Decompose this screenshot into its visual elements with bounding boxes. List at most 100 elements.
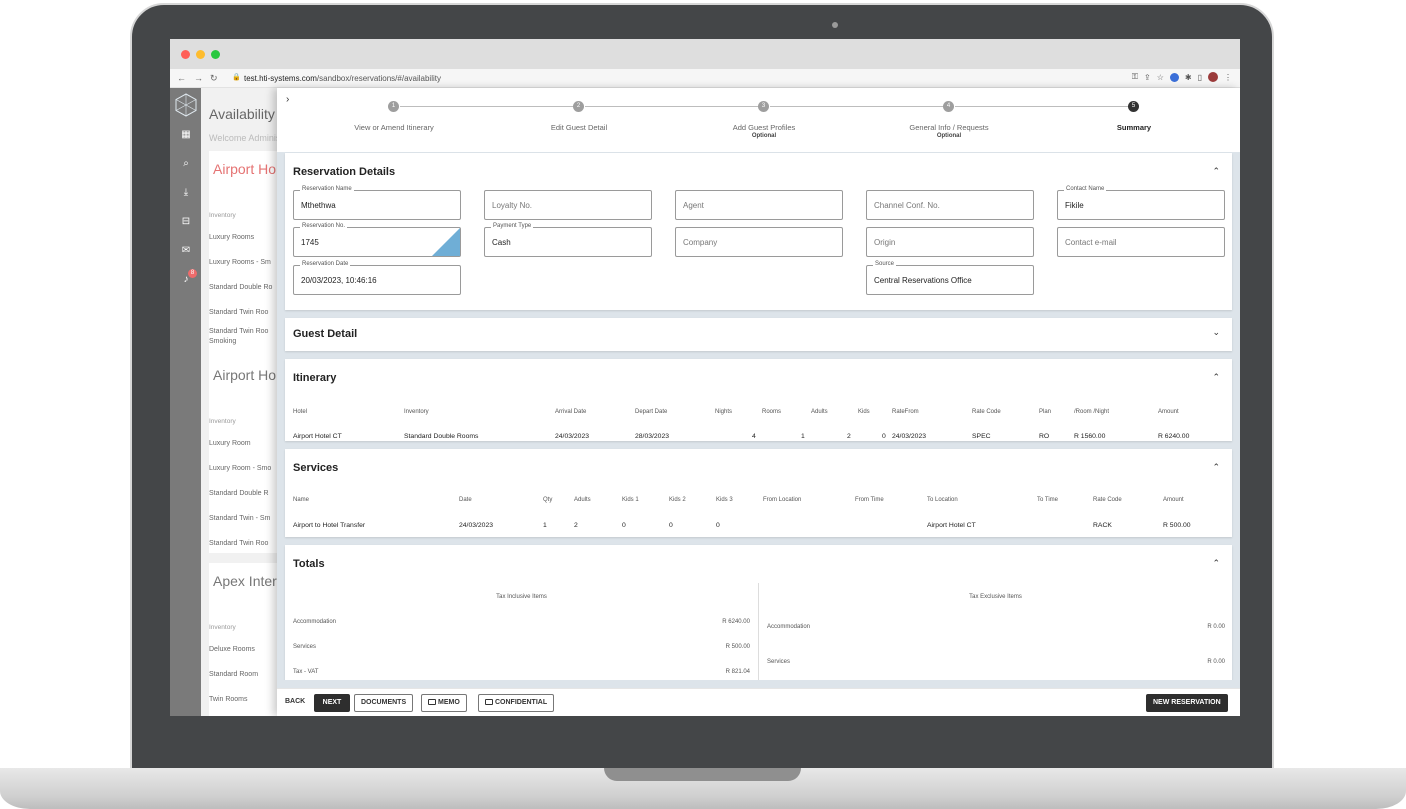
laptop-notch xyxy=(604,768,801,781)
chevron-up-icon[interactable]: ⌃ xyxy=(1212,372,1220,383)
step-4-label[interactable]: General Info / Requests xyxy=(869,123,1029,132)
puzzle-icon[interactable]: ✱ xyxy=(1185,73,1192,82)
sidepanel-icon[interactable]: ▯ xyxy=(1198,73,1202,82)
step-2-dot[interactable]: 2 xyxy=(573,101,584,112)
column-header: Rate Code xyxy=(1093,497,1122,503)
chevron-down-icon[interactable]: ⌄ xyxy=(1212,327,1220,338)
section-title: Reservation Details xyxy=(293,166,396,178)
url-path: /sandbox/reservations/#/availability xyxy=(316,74,441,83)
column-header: Inventory xyxy=(404,409,429,415)
calendar-icon[interactable]: ▦ xyxy=(180,129,192,141)
hotel-name[interactable]: Airport Ho xyxy=(213,161,276,177)
summary-scroll-area[interactable]: Reservation Details ⌃ Reservation Name M… xyxy=(277,152,1240,680)
table-cell: 0 xyxy=(716,522,720,529)
payment-type-field[interactable]: Payment Type Cash xyxy=(484,223,652,257)
chevron-right-icon[interactable]: › xyxy=(286,94,289,105)
profile-avatar[interactable] xyxy=(1208,72,1218,82)
close-window-icon[interactable] xyxy=(181,50,190,59)
back-button[interactable]: BACK xyxy=(279,694,311,712)
availability-panel: Availability Welcome Adminis Airport Ho … xyxy=(201,88,281,716)
step-4-optional: Optional xyxy=(936,133,962,139)
field-label: Source xyxy=(873,261,897,267)
app-logo-icon[interactable] xyxy=(174,93,198,117)
step-3-optional: Optional xyxy=(751,133,777,139)
company-field[interactable]: Company xyxy=(675,227,843,257)
forward-arrow-icon[interactable]: → xyxy=(194,73,203,83)
step-1-label[interactable]: View or Amend Itinerary xyxy=(314,123,474,132)
reservation-date-field[interactable]: Reservation Date 20/03/2023, 10:46:16 xyxy=(293,261,461,295)
memo-button[interactable]: MEMO xyxy=(421,694,467,712)
field-value: Mthethwa xyxy=(301,201,336,210)
hotel-name[interactable]: Apex Inter xyxy=(213,573,277,589)
column-header: Adults xyxy=(574,497,591,503)
step-connector xyxy=(400,106,579,107)
concierge-icon[interactable]: ⊟ xyxy=(180,216,192,228)
inventory-item: Standard Twin Roo xyxy=(209,309,269,316)
documents-button[interactable]: DOCUMENTS xyxy=(354,694,414,712)
step-3-label[interactable]: Add Guest Profiles xyxy=(684,123,844,132)
camera-dot xyxy=(832,22,838,28)
lock-icon[interactable]: 🔒 xyxy=(232,73,241,81)
column-header: Kids 2 xyxy=(669,497,686,503)
extension-icon[interactable] xyxy=(1169,72,1179,82)
step-4-dot[interactable]: 4 xyxy=(943,101,954,112)
chevron-up-icon[interactable]: ⌃ xyxy=(1212,166,1220,177)
menu-dots-icon[interactable]: ⋮ xyxy=(1224,73,1232,82)
step-1-dot[interactable]: 1 xyxy=(388,101,399,112)
field-value: Cash xyxy=(492,238,511,247)
step-5-label[interactable]: Summary xyxy=(1054,123,1214,132)
total-value: R 0.00 xyxy=(1207,659,1225,665)
back-arrow-icon[interactable]: ← xyxy=(177,73,186,83)
column-header: To Location xyxy=(927,497,958,503)
table-cell: 1 xyxy=(801,433,805,440)
reservation-name-field[interactable]: Reservation Name Mthethwa xyxy=(293,186,461,220)
reload-icon[interactable]: ↻ xyxy=(210,73,218,84)
chevron-up-icon[interactable]: ⌃ xyxy=(1212,462,1220,473)
guest-detail-section[interactable]: Guest Detail ⌄ xyxy=(285,318,1232,351)
channel-conf-field[interactable]: Channel Conf. No. xyxy=(866,190,1034,220)
inventory-item: Deluxe Rooms xyxy=(209,646,255,653)
source-field[interactable]: Source Central Reservations Office xyxy=(866,261,1034,295)
column-header: From Time xyxy=(855,497,884,503)
chevron-up-icon[interactable]: ⌃ xyxy=(1212,558,1220,569)
inclusive-title: Tax Inclusive Items xyxy=(496,594,547,600)
confidential-button[interactable]: CONFIDENTIAL xyxy=(478,694,555,712)
column-header: Amount xyxy=(1158,409,1179,415)
column-header: /Room /Night xyxy=(1074,409,1110,415)
new-reservation-button[interactable]: NEW RESERVATION xyxy=(1146,694,1228,712)
table-cell: 28/03/2023 xyxy=(635,433,670,440)
exclusive-title: Tax Exclusive Items xyxy=(969,594,1022,600)
total-label: Services xyxy=(767,659,791,665)
contact-name-field[interactable]: Contact Name Fikile xyxy=(1057,186,1225,220)
column-header: Kids xyxy=(858,409,870,415)
table-cell: RACK xyxy=(1093,522,1112,529)
reservation-no-field[interactable]: Reservation No. 1745 xyxy=(293,223,461,257)
step-5-dot[interactable]: 5 xyxy=(1128,101,1139,112)
agent-field[interactable]: Agent xyxy=(675,190,843,220)
step-2-label[interactable]: Edit Guest Detail xyxy=(499,123,659,132)
download-icon[interactable]: ⤓ xyxy=(180,187,192,199)
origin-field[interactable]: Origin xyxy=(866,227,1034,257)
hotel-name[interactable]: Airport Ho xyxy=(213,367,276,383)
maximize-window-icon[interactable] xyxy=(211,50,220,59)
field-value: 20/03/2023, 10:46:16 xyxy=(301,276,377,285)
table-cell: R 500.00 xyxy=(1163,522,1191,529)
step-connector xyxy=(585,106,764,107)
url-field[interactable]: test.hti-systems.com/sandbox/reservation… xyxy=(244,74,441,83)
field-placeholder: Contact e-mail xyxy=(1065,238,1117,247)
search-icon[interactable]: ⌕ xyxy=(180,158,192,170)
table-cell: 24/03/2023 xyxy=(459,522,494,529)
loyalty-field[interactable]: Loyalty No. xyxy=(484,190,652,220)
share-icon[interactable]: ⇪ xyxy=(1144,73,1151,82)
star-icon[interactable]: ☆ xyxy=(1157,73,1164,82)
total-label: Services xyxy=(293,644,317,650)
inventory-item: Standard Twin - Sm xyxy=(209,515,271,522)
mail-icon[interactable]: ✉ xyxy=(180,245,192,257)
key-icon[interactable]: ⚿ xyxy=(1132,72,1138,82)
step-3-dot[interactable]: 3 xyxy=(758,101,769,112)
next-button[interactable]: NEXT xyxy=(314,694,350,712)
stepper: › 1 2 3 4 5 View or Amend Itinerary Edit… xyxy=(277,88,1240,152)
minimize-window-icon[interactable] xyxy=(196,50,205,59)
contact-email-field[interactable]: Contact e-mail xyxy=(1057,227,1225,257)
column-header: Rooms xyxy=(762,409,782,415)
